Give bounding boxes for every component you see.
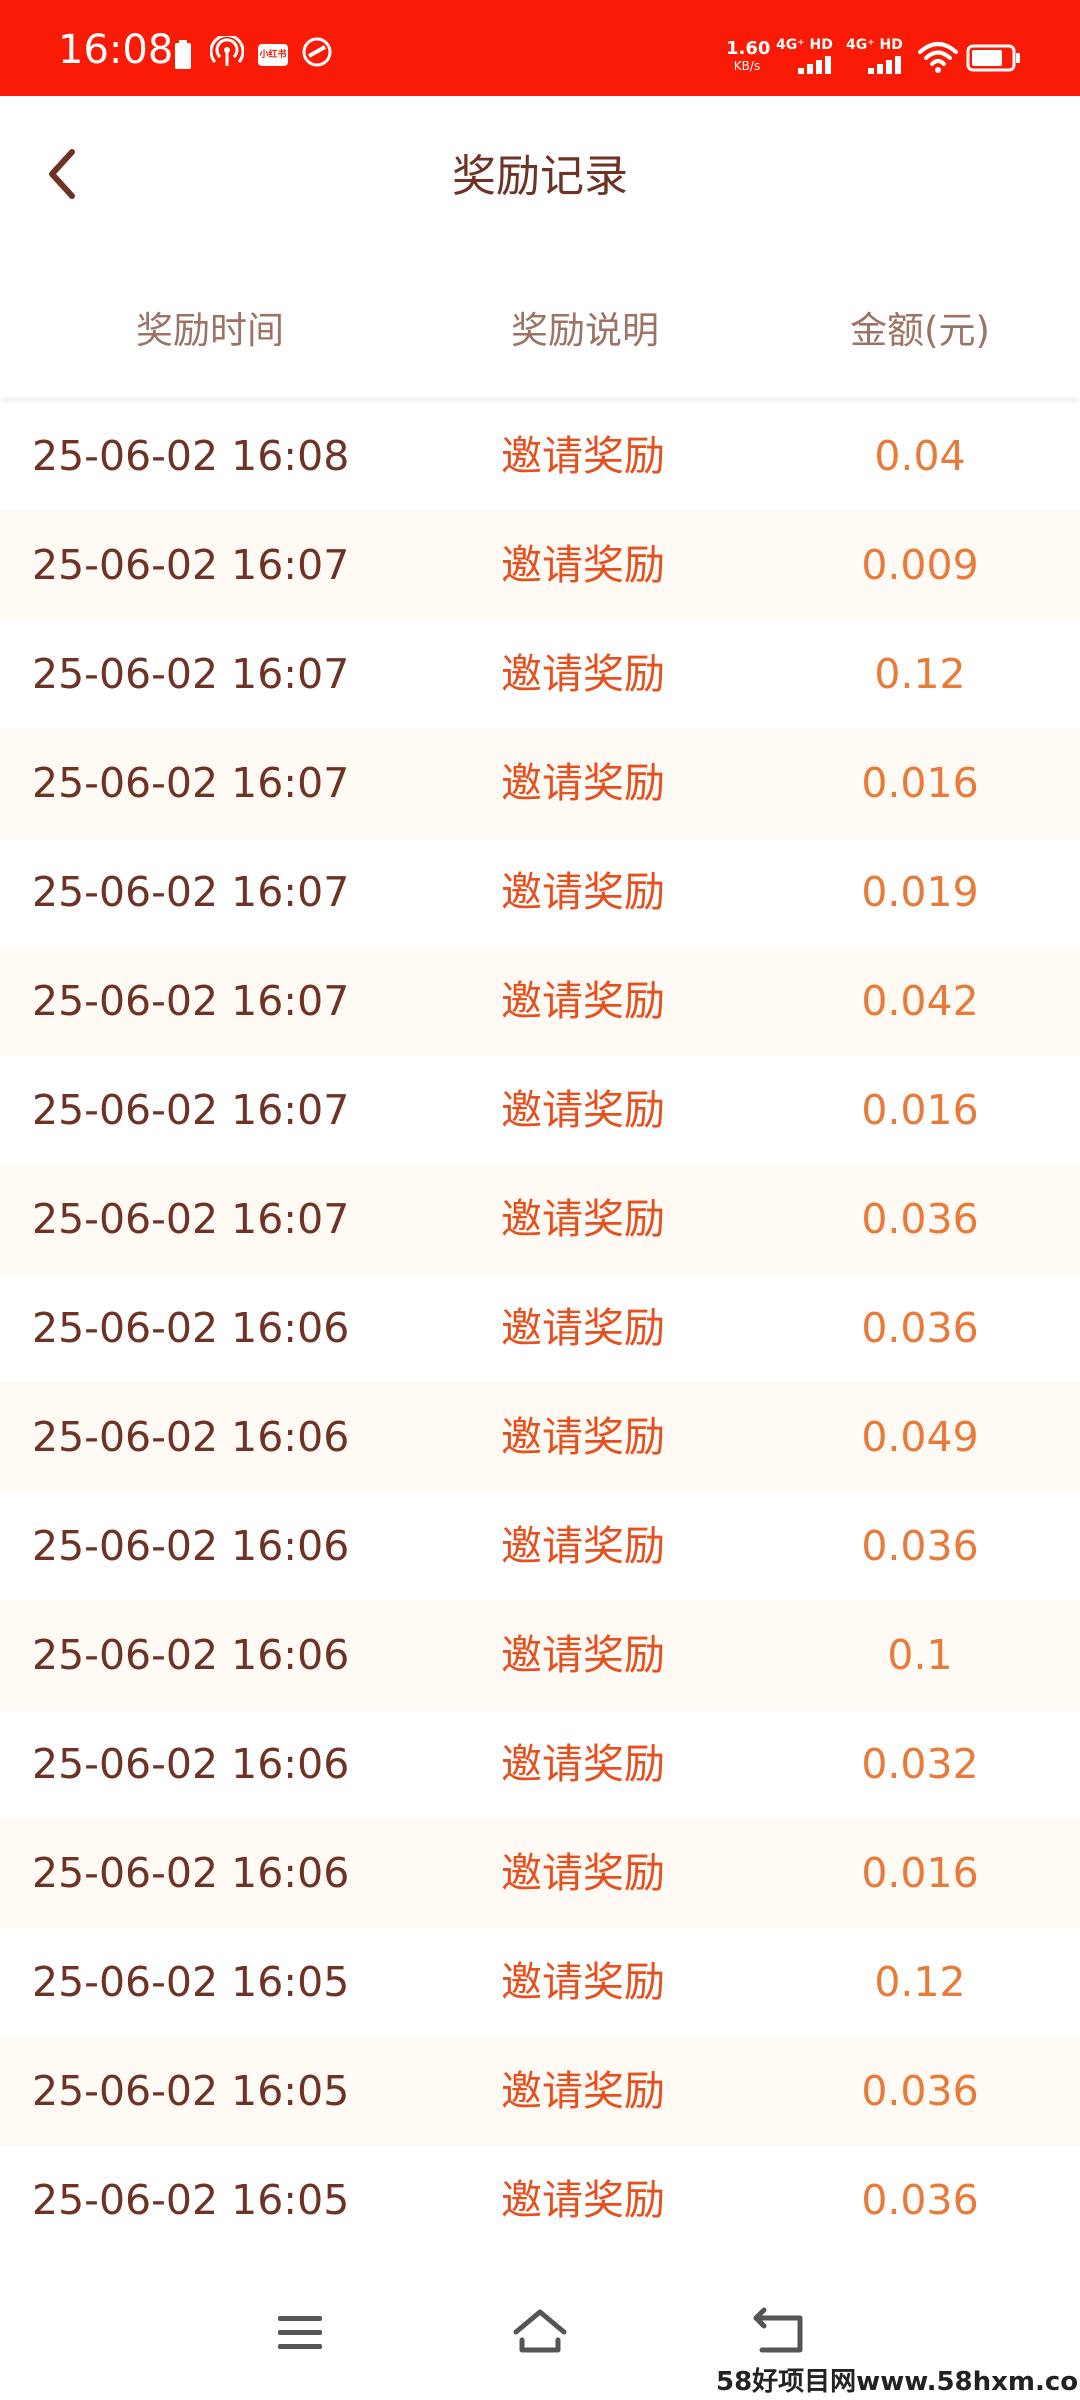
reward-time: 25-06-02 16:07 <box>32 868 350 916</box>
reward-description: 邀请奖励 <box>501 1631 665 1679</box>
reward-amount: 0.1 <box>887 1631 953 1679</box>
reward-description: 邀请奖励 <box>501 2176 665 2224</box>
sim2-label: 4G⁺ HD <box>846 37 903 53</box>
reward-description: 邀请奖励 <box>501 759 665 807</box>
reward-time: 25-06-02 16:06 <box>32 1522 350 1570</box>
table-row: 25-06-02 16:06 邀请奖励 0.049 <box>0 1383 1080 1492</box>
sim2-signal: 4G⁺ HD <box>846 38 908 78</box>
table-row: 25-06-02 16:06 邀请奖励 0.1 <box>0 1601 1080 1710</box>
reward-time: 25-06-02 16:05 <box>32 1958 350 2006</box>
reward-description: 邀请奖励 <box>501 868 665 916</box>
network-speed: 1.60 KB/s <box>726 38 771 73</box>
signal-bars-icon <box>798 56 831 74</box>
sim1-signal: 4G⁺ HD <box>776 38 838 78</box>
reward-time: 25-06-02 16:07 <box>32 1086 350 1134</box>
back-arrow-icon[interactable] <box>750 2302 810 2362</box>
status-bar: 16:08 小红书 1.60 KB/s 4G⁺ HD 4G⁺ HD <box>0 0 1080 96</box>
reward-time: 25-06-02 16:06 <box>32 1413 350 1461</box>
reward-time: 25-06-02 16:05 <box>32 2067 350 2115</box>
table-row: 25-06-02 16:07 邀请奖励 0.042 <box>0 947 1080 1056</box>
hotspot-icon <box>210 36 244 66</box>
table-row: 25-06-02 16:07 邀请奖励 0.019 <box>0 838 1080 947</box>
table-row: 25-06-02 16:06 邀请奖励 0.016 <box>0 1819 1080 1928</box>
reward-amount: 0.016 <box>861 1849 979 1897</box>
table-row: 25-06-02 16:07 邀请奖励 0.009 <box>0 511 1080 620</box>
page-header: 奖励记录 <box>0 96 1080 266</box>
signal-bars-icon <box>868 56 901 74</box>
app-badge-text: 小红书 <box>259 50 287 60</box>
reward-description: 邀请奖励 <box>501 541 665 589</box>
reward-description: 邀请奖励 <box>501 650 665 698</box>
app-circle-icon <box>302 37 332 67</box>
reward-amount: 0.12 <box>874 650 966 698</box>
reward-description: 邀请奖励 <box>501 1195 665 1243</box>
table-row: 25-06-02 16:05 邀请奖励 0.12 <box>0 1928 1080 2037</box>
speed-value: 1.60 <box>726 38 771 59</box>
column-header-description: 奖励说明 <box>511 309 659 352</box>
battery-icon <box>966 44 1020 72</box>
reward-amount: 0.036 <box>861 2067 979 2115</box>
reward-description: 邀请奖励 <box>501 432 665 480</box>
reward-description: 邀请奖励 <box>501 2067 665 2115</box>
reward-amount: 0.016 <box>861 759 979 807</box>
reward-time: 25-06-02 16:06 <box>32 1304 350 1352</box>
reward-amount: 0.036 <box>861 2176 979 2224</box>
table-row: 25-06-02 16:05 邀请奖励 0.036 <box>0 2146 1080 2255</box>
reward-time: 25-06-02 16:06 <box>32 1849 350 1897</box>
reward-description: 邀请奖励 <box>501 1086 665 1134</box>
page-title: 奖励记录 <box>452 151 628 202</box>
table-row: 25-06-02 16:08 邀请奖励 0.04 <box>0 402 1080 511</box>
table-row: 25-06-02 16:07 邀请奖励 0.036 <box>0 1165 1080 1274</box>
reward-amount: 0.016 <box>861 1086 979 1134</box>
wifi-icon <box>918 42 958 73</box>
reward-time: 25-06-02 16:06 <box>32 1631 350 1679</box>
reward-amount: 0.009 <box>861 541 979 589</box>
sim1-label: 4G⁺ HD <box>776 37 833 53</box>
home-icon[interactable] <box>510 2302 570 2362</box>
reward-time: 25-06-02 16:07 <box>32 759 350 807</box>
table-row: 25-06-02 16:06 邀请奖励 0.032 <box>0 1710 1080 1819</box>
reward-amount: 0.049 <box>861 1413 979 1461</box>
reward-description: 邀请奖励 <box>501 1522 665 1570</box>
column-header-time: 奖励时间 <box>136 309 284 352</box>
reward-amount: 0.036 <box>861 1304 979 1352</box>
reward-amount: 0.036 <box>861 1522 979 1570</box>
reward-description: 邀请奖励 <box>501 1304 665 1352</box>
reward-time: 25-06-02 16:06 <box>32 1740 350 1788</box>
table-row: 25-06-02 16:07 邀请奖励 0.016 <box>0 729 1080 838</box>
speed-unit: KB/s <box>733 59 761 73</box>
table-row: 25-06-02 16:07 邀请奖励 0.016 <box>0 1056 1080 1165</box>
table-row: 25-06-02 16:05 邀请奖励 0.036 <box>0 2037 1080 2146</box>
reward-description: 邀请奖励 <box>501 1740 665 1788</box>
reward-description: 邀请奖励 <box>501 1958 665 2006</box>
reward-time: 25-06-02 16:07 <box>32 650 350 698</box>
column-header-amount: 金额(元) <box>850 309 990 352</box>
reward-time: 25-06-02 16:08 <box>32 432 350 480</box>
reward-time: 25-06-02 16:05 <box>32 2176 350 2224</box>
reward-description: 邀请奖励 <box>501 977 665 1025</box>
reward-amount: 0.032 <box>861 1740 979 1788</box>
table-row: 25-06-02 16:06 邀请奖励 0.036 <box>0 1492 1080 1601</box>
reward-amount: 0.12 <box>874 1958 966 2006</box>
reward-time: 25-06-02 16:07 <box>32 541 350 589</box>
table-header: 奖励时间 奖励说明 金额(元) <box>0 266 1080 398</box>
watermark: 58好项目网www.58hxm.com <box>716 2367 1080 2397</box>
table-row: 25-06-02 16:06 邀请奖励 0.036 <box>0 1274 1080 1383</box>
reward-time: 25-06-02 16:07 <box>32 1195 350 1243</box>
reward-amount: 0.036 <box>861 1195 979 1243</box>
reward-amount: 0.019 <box>861 868 979 916</box>
reward-description: 邀请奖励 <box>501 1849 665 1897</box>
reward-record-list[interactable]: 25-06-02 16:08 邀请奖励 0.04 25-06-02 16:07 … <box>0 402 1080 2255</box>
status-time: 16:08 <box>58 27 174 73</box>
reward-amount: 0.042 <box>861 977 979 1025</box>
battery-saver-icon <box>175 40 191 69</box>
reward-amount: 0.04 <box>874 432 966 480</box>
app-notification-icon: 小红书 <box>258 44 288 66</box>
reward-description: 邀请奖励 <box>501 1413 665 1461</box>
menu-icon[interactable] <box>270 2302 330 2362</box>
table-row: 25-06-02 16:07 邀请奖励 0.12 <box>0 620 1080 729</box>
reward-time: 25-06-02 16:07 <box>32 977 350 1025</box>
